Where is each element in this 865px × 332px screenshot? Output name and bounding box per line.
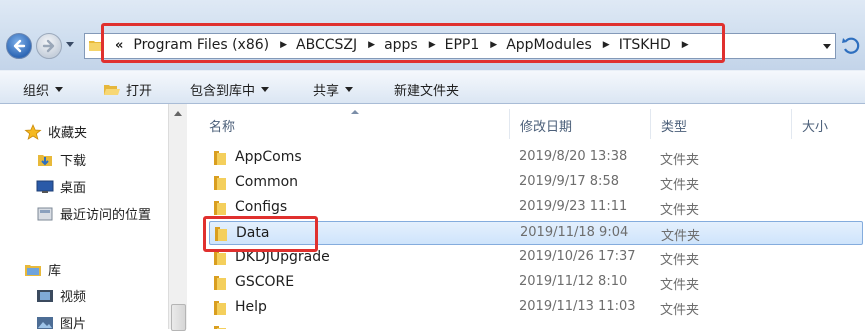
nav-videos-label: 视频 [60,290,87,305]
recent-places-icon [37,207,53,220]
file-type: 文件夹 [660,153,700,168]
nav-desktop-label: 桌面 [60,181,87,196]
nav-recent-places-label: 最近访问的位置 [60,208,152,223]
file-row-appcoms[interactable]: AppComs 2019/8/20 13:38 文件夹 [209,146,863,170]
recent-pages-dropdown[interactable] [66,42,74,47]
nav-pane-scrollbar[interactable] [168,104,187,331]
star-icon [24,123,42,140]
nav-libraries[interactable]: 库 [24,260,61,279]
new-folder-label: 新建文件夹 [394,84,460,99]
chevron-down-icon [345,87,354,92]
arrow-left-icon [13,39,26,53]
file-date: 2019/9/17 8:58 [519,174,619,189]
file-name: Help [235,299,267,315]
chevron-down-icon [55,87,64,92]
pictures-icon [37,316,53,329]
data-folder-highlight-box [203,216,318,252]
file-row-help[interactable]: Help 2019/11/13 11:03 文件夹 [209,296,863,320]
file-name: GSCORE [235,274,295,290]
file-date: 2019/9/23 11:11 [519,199,628,214]
share-label: 共享 [313,84,340,99]
arrow-right-icon [42,39,55,53]
file-type: 文件夹 [660,278,700,293]
new-folder-button[interactable]: 新建文件夹 [394,80,459,99]
command-bar: 组织 打开 包含到库中 共享 新建文件夹 [0,70,865,104]
forward-button[interactable] [36,33,62,59]
file-type: 文件夹 [660,253,700,268]
folder-icon [214,151,226,165]
refresh-icon[interactable] [840,35,864,57]
folder-icon [214,201,226,215]
nav-favorites-label: 收藏夹 [48,126,88,141]
folder-icon [214,176,226,190]
video-icon [37,289,53,302]
nav-videos[interactable]: 视频 [36,286,86,305]
nav-downloads[interactable]: 下载 [36,150,86,169]
column-name-label: 名称 [209,120,236,135]
file-name: AppComs [235,149,302,165]
file-name: Configs [235,199,288,215]
column-date-label: 修改日期 [520,120,573,135]
column-header-size[interactable]: 大小 [792,109,865,139]
nav-recent-places[interactable]: 最近访问的位置 [36,204,151,223]
back-button[interactable] [6,33,32,59]
file-date: 2019/11/13 11:03 [519,299,636,314]
nav-favorites[interactable]: 收藏夹 [24,122,87,141]
sort-ascending-icon [351,110,359,114]
window-header: « Program Files (x86) ▶ ABCCSZJ ▶ apps ▶ EP… [0,0,865,70]
folder-icon [214,276,226,290]
file-date: 2019/8/20 13:38 [519,149,628,164]
file-row-gscore[interactable]: GSCORE 2019/11/12 8:10 文件夹 [209,271,863,295]
file-row-common[interactable]: Common 2019/9/17 8:58 文件夹 [209,171,863,195]
file-type: 文件夹 [660,303,700,318]
column-header-name[interactable]: 名称 [191,109,509,139]
file-type: 文件夹 [660,178,700,193]
nav-downloads-label: 下载 [60,154,87,169]
open-folder-icon [104,84,120,95]
nav-libraries-label: 库 [48,264,62,279]
include-in-library-label: 包含到库中 [190,84,256,99]
file-name: Common [235,174,299,190]
column-size-label: 大小 [802,120,829,135]
file-row-partial[interactable] [209,321,863,329]
file-date: 2019/11/12 8:10 [519,274,628,289]
scroll-up-icon[interactable] [174,111,182,116]
nav-desktop[interactable]: 桌面 [36,177,86,196]
library-icon [25,264,41,276]
organize-label: 组织 [23,84,50,99]
folder-icon [214,326,226,329]
desktop-icon [36,180,54,193]
address-history-dropdown[interactable] [823,44,831,49]
nav-pictures-label: 图片 [60,317,87,332]
scrollbar-thumb[interactable] [171,304,186,331]
navigation-pane: 收藏夹 下载 桌面 最近访问的位置 库 视频 图片 [0,104,187,332]
column-header-date[interactable]: 修改日期 [510,109,650,139]
open-label: 打开 [126,84,153,99]
download-folder-icon [38,154,52,166]
column-header-type[interactable]: 类型 [651,109,791,139]
file-type: 文件夹 [661,229,701,244]
address-highlight-box [101,23,725,63]
open-button[interactable]: 打开 [103,80,152,99]
organize-button[interactable]: 组织 [23,80,64,99]
include-in-library-button[interactable]: 包含到库中 [190,80,270,99]
nav-pictures[interactable]: 图片 [36,313,86,332]
folder-icon [214,251,226,265]
folder-icon [214,301,226,315]
file-date: 2019/11/18 9:04 [520,225,629,240]
column-type-label: 类型 [661,120,688,135]
chevron-down-icon [261,87,270,92]
file-type: 文件夹 [660,203,700,218]
share-button[interactable]: 共享 [313,80,354,99]
file-date: 2019/10/26 17:37 [519,249,636,264]
